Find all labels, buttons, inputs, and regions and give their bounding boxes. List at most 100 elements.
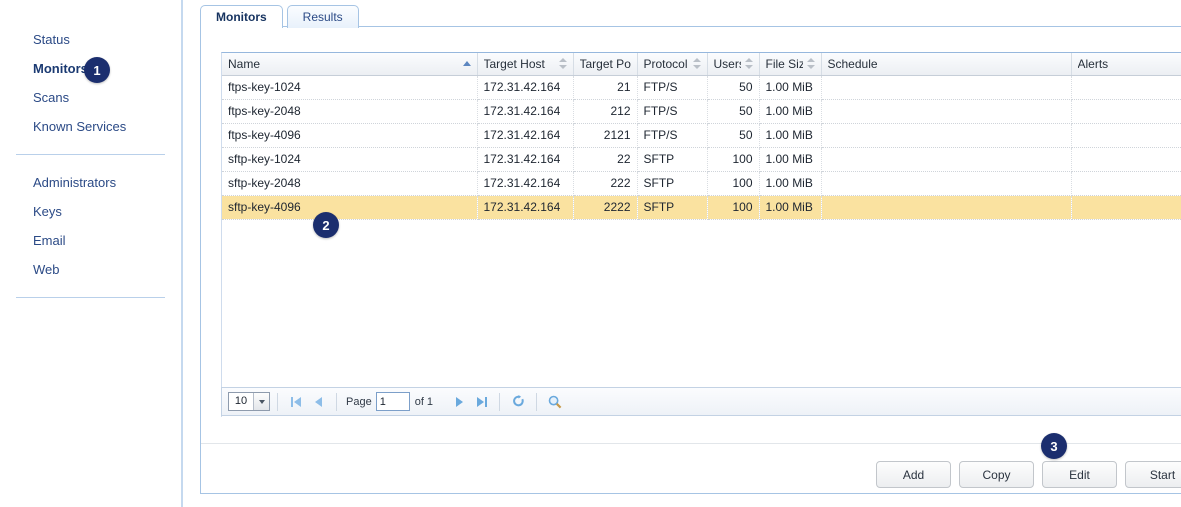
cell-target-port: 2121 (573, 123, 637, 147)
cell-alerts (1071, 123, 1181, 147)
cell-target-port: 212 (573, 99, 637, 123)
cell-protocol: SFTP (637, 171, 707, 195)
tab-monitors[interactable]: Monitors (200, 5, 283, 28)
cell-name: ftps-key-4096 (222, 123, 477, 147)
cell-target-port: 22 (573, 147, 637, 171)
column-header-file-size-label: File Size (766, 57, 803, 71)
cell-alerts (1071, 171, 1181, 195)
cell-users: 50 (707, 99, 759, 123)
sidebar-secondary-group: Administrators Keys Email Web (0, 168, 181, 284)
table-row[interactable]: sftp-key-1024 172.31.42.164 22 SFTP 100 … (222, 147, 1181, 171)
cell-name: sftp-key-4096 (222, 195, 477, 219)
last-page-icon (476, 397, 487, 407)
column-header-file-size[interactable]: File Size (759, 53, 821, 75)
pager-divider (336, 393, 337, 411)
sidebar-item-known-services[interactable]: Known Services (0, 112, 181, 141)
cell-alerts (1071, 75, 1181, 99)
pager-divider (536, 393, 537, 411)
table-header-row: Name Target Host (222, 53, 1181, 75)
sidebar-item-keys[interactable]: Keys (0, 197, 181, 226)
tab-bar: Monitors Results (200, 4, 363, 28)
cell-target-host: 172.31.42.164 (477, 123, 573, 147)
next-page-icon (456, 397, 463, 407)
cell-target-port: 2222 (573, 195, 637, 219)
sidebar-divider-top (16, 154, 165, 155)
cell-users: 100 (707, 171, 759, 195)
table-row[interactable]: ftps-key-2048 172.31.42.164 212 FTP/S 50… (222, 99, 1181, 123)
edit-button[interactable]: Edit (1042, 461, 1117, 488)
sidebar-item-scans[interactable]: Scans (0, 83, 181, 112)
sidebar-item-administrators[interactable]: Administrators (0, 168, 181, 197)
pager-divider (499, 393, 500, 411)
column-header-protocol[interactable]: Protocol (637, 53, 707, 75)
table-body: ftps-key-1024 172.31.42.164 21 FTP/S 50 … (222, 75, 1181, 219)
sort-toggle-icon[interactable] (745, 58, 753, 69)
sidebar-divider-bottom (16, 297, 165, 298)
page-total-label: of 1 (415, 396, 433, 408)
cell-target-port: 21 (573, 75, 637, 99)
previous-page-icon (315, 397, 322, 407)
cell-users: 50 (707, 75, 759, 99)
table-row-selected[interactable]: sftp-key-4096 172.31.42.164 2222 SFTP 10… (222, 195, 1181, 219)
add-button[interactable]: Add (876, 461, 951, 488)
first-page-button[interactable] (285, 392, 307, 412)
column-header-target-port-label: Target Port (580, 57, 631, 71)
column-header-schedule[interactable]: Schedule (821, 53, 1071, 75)
column-header-users[interactable]: Users (707, 53, 759, 75)
cell-target-host: 172.31.42.164 (477, 75, 573, 99)
page-size-dropdown-arrow[interactable] (253, 393, 269, 410)
column-header-name[interactable]: Name (222, 53, 477, 75)
page-label: Page (346, 396, 372, 408)
start-button[interactable]: Start (1125, 461, 1181, 488)
callout-badge-2: 2 (313, 212, 339, 238)
monitors-table: Name Target Host (222, 53, 1181, 220)
panel-inner: Name Target Host (201, 27, 1181, 493)
callout-badge-3: 3 (1041, 433, 1067, 459)
cell-users: 100 (707, 195, 759, 219)
sort-toggle-icon[interactable] (807, 58, 815, 69)
refresh-button[interactable] (507, 392, 529, 412)
cell-schedule (821, 195, 1071, 219)
copy-button[interactable]: Copy (959, 461, 1034, 488)
cell-protocol: FTP/S (637, 123, 707, 147)
column-header-target-port[interactable]: Target Port (573, 53, 637, 75)
cell-name: ftps-key-2048 (222, 99, 477, 123)
sort-toggle-icon[interactable] (559, 58, 567, 69)
monitors-grid: Name Target Host (221, 52, 1181, 417)
sidebar-item-email[interactable]: Email (0, 226, 181, 255)
page-number-input[interactable] (376, 392, 410, 411)
column-header-users-label: Users (714, 57, 741, 71)
cell-alerts (1071, 147, 1181, 171)
pager-divider (277, 393, 278, 411)
column-header-alerts[interactable]: Alerts (1071, 53, 1181, 75)
cell-file-size: 1.00 MiB (759, 147, 821, 171)
next-page-button[interactable] (448, 392, 470, 412)
pagination-toolbar: 10 Page of 1 (221, 387, 1181, 416)
tab-results[interactable]: Results (287, 5, 359, 28)
sidebar-item-status[interactable]: Status (0, 25, 181, 54)
last-page-button[interactable] (470, 392, 492, 412)
page-size-select[interactable]: 10 (228, 392, 270, 411)
application-window: Status Monitors Scans Known Services Adm… (0, 0, 1181, 507)
cell-schedule (821, 75, 1071, 99)
cell-protocol: FTP/S (637, 75, 707, 99)
search-button[interactable] (544, 392, 566, 412)
cell-file-size: 1.00 MiB (759, 123, 821, 147)
sort-ascending-icon[interactable] (463, 61, 471, 66)
sidebar-item-web[interactable]: Web (0, 255, 181, 284)
cell-users: 100 (707, 147, 759, 171)
cell-schedule (821, 171, 1071, 195)
cell-schedule (821, 123, 1071, 147)
sort-toggle-icon[interactable] (693, 58, 701, 69)
refresh-icon (512, 395, 525, 408)
column-header-protocol-label: Protocol (644, 57, 688, 71)
table-row[interactable]: ftps-key-4096 172.31.42.164 2121 FTP/S 5… (222, 123, 1181, 147)
previous-page-button[interactable] (307, 392, 329, 412)
cell-file-size: 1.00 MiB (759, 171, 821, 195)
table-row[interactable]: ftps-key-1024 172.31.42.164 21 FTP/S 50 … (222, 75, 1181, 99)
table-row[interactable]: sftp-key-2048 172.31.42.164 222 SFTP 100… (222, 171, 1181, 195)
cell-schedule (821, 147, 1071, 171)
cell-target-host: 172.31.42.164 (477, 171, 573, 195)
panel-separator (201, 443, 1181, 444)
column-header-target-host[interactable]: Target Host (477, 53, 573, 75)
